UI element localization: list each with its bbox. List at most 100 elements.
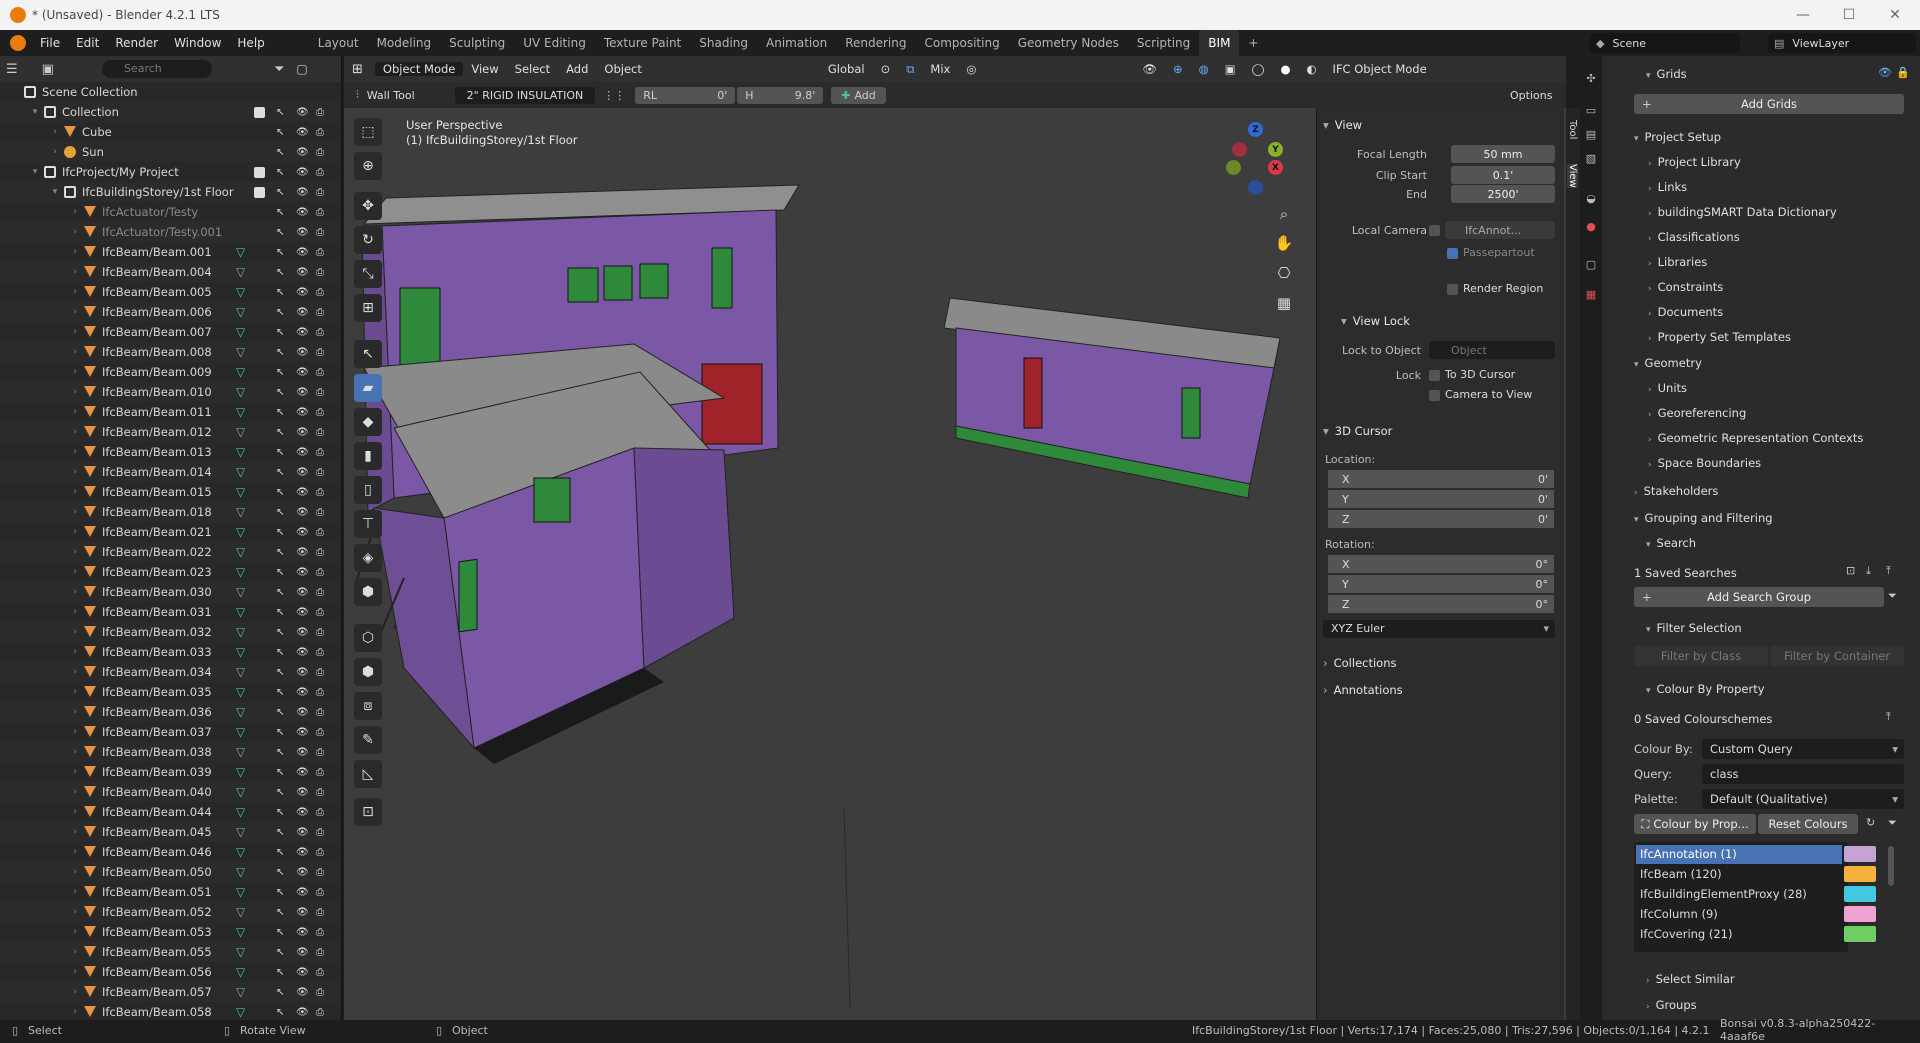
eye-icon[interactable]: 👁 [296, 987, 309, 998]
select-by-colour-icon[interactable]: ⏷ [1888, 816, 1897, 830]
outliner-row[interactable]: › IfcBeam/Beam.010 ▽ ↖ 👁 ⎙ [0, 382, 341, 402]
select-arrow-icon[interactable]: ↖ [276, 827, 284, 838]
outliner-row[interactable]: › IfcBeam/Beam.030 ▽ ↖ 👁 ⎙ [0, 582, 341, 602]
rotate-tool[interactable]: ↻ [354, 226, 382, 254]
eye-icon[interactable]: 👁 [296, 107, 309, 118]
outliner-row[interactable]: › IfcBeam/Beam.044 ▽ ↖ 👁 ⎙ [0, 802, 341, 822]
tab-modeling[interactable]: Modeling [368, 30, 441, 56]
camera-to-view-checkbox[interactable] [1429, 390, 1440, 401]
view-layer-icon[interactable]: ▧ [1583, 152, 1599, 168]
select-arrow-icon[interactable]: ↖ [276, 747, 284, 758]
eye-icon[interactable]: 👁 [296, 587, 309, 598]
mesh-data-icon[interactable]: ▽ [236, 745, 245, 759]
snap-mode-selector[interactable]: Mix [922, 62, 958, 76]
select-arrow-icon[interactable]: ↖ [276, 547, 284, 558]
select-arrow-icon[interactable]: ↖ [276, 427, 284, 438]
expand-arrow-icon[interactable]: › [70, 247, 80, 257]
outliner-row[interactable]: › IfcBeam/Beam.023 ▽ ↖ 👁 ⎙ [0, 562, 341, 582]
editor-type-icon[interactable]: ☰ [6, 62, 18, 77]
expand-arrow-icon[interactable]: › [70, 847, 80, 857]
class-colour-swatch[interactable] [1844, 846, 1876, 862]
gizmo-neg-x[interactable] [1232, 142, 1247, 157]
options-menu[interactable]: Options [1510, 89, 1552, 102]
select-arrow-icon[interactable]: ↖ [276, 307, 284, 318]
select-arrow-icon[interactable]: ↖ [276, 127, 284, 138]
texture-props-icon[interactable]: ▦ [1583, 288, 1599, 304]
expand-arrow-icon[interactable]: › [70, 527, 80, 537]
select-icon[interactable]: ⊡ [1846, 564, 1855, 577]
outliner-row[interactable]: ▾ IfcProject/My Project ↖ 👁 ⎙ [0, 162, 341, 182]
outliner-row[interactable]: › IfcBeam/Beam.057 ▽ ↖ 👁 ⎙ [0, 982, 341, 1002]
mesh-data-icon[interactable]: ▽ [236, 465, 245, 479]
menu-add[interactable]: Add [558, 62, 596, 76]
local-camera-checkbox[interactable] [1429, 225, 1440, 236]
wall-tool[interactable]: ▰ [354, 374, 382, 402]
cursor-loc-x-field[interactable]: X 0' [1328, 470, 1554, 488]
camera-icon[interactable]: ⎙ [316, 187, 324, 198]
outliner-row[interactable]: › Cube ↖ 👁 ⎙ [0, 122, 341, 142]
outliner-row[interactable]: ▾ IfcBuildingStorey/1st Floor ↖ 👁 ⎙ [0, 182, 341, 202]
project-setup-section[interactable]: ▾ Project Setup [1634, 130, 1721, 144]
scene-props-icon[interactable]: ◒ [1583, 192, 1599, 208]
add-grids-button[interactable]: + Add Grids [1634, 94, 1904, 114]
mesh-data-icon[interactable]: ▽ [236, 265, 245, 279]
reset-colours-button[interactable]: Reset Colours [1758, 814, 1858, 834]
camera-icon[interactable]: ⎙ [316, 1007, 324, 1018]
class-colour-swatch[interactable] [1844, 926, 1876, 942]
outliner-row[interactable]: › IfcActuator/Testy.001 ↖ 👁 ⎙ [0, 222, 341, 242]
to-3d-cursor-checkbox[interactable] [1429, 370, 1440, 381]
expand-arrow-icon[interactable]: › [70, 567, 80, 577]
world-props-icon[interactable]: ● [1583, 220, 1599, 236]
eye-icon[interactable]: 👁 [296, 867, 309, 878]
mesh-data-icon[interactable]: ▽ [236, 345, 245, 359]
mesh-data-icon[interactable]: ▽ [236, 825, 245, 839]
expand-arrow-icon[interactable]: › [70, 207, 80, 217]
scene-selector[interactable]: ◆ Scene [1590, 33, 1740, 53]
outliner-row[interactable]: › IfcBeam/Beam.050 ▽ ↖ 👁 ⎙ [0, 862, 341, 882]
select-arrow-icon[interactable]: ↖ [276, 367, 284, 378]
navigation-gizmo[interactable]: Z Y X [1226, 118, 1286, 198]
expand-arrow-icon[interactable]: › [70, 867, 80, 877]
mesh-data-icon[interactable]: ▽ [236, 785, 245, 799]
slab-tool[interactable]: ◆ [354, 408, 382, 436]
new-collection-icon[interactable]: ▢ [296, 62, 307, 76]
select-arrow-icon[interactable]: ↖ [276, 207, 284, 218]
tab-texture-paint[interactable]: Texture Paint [595, 30, 690, 56]
eye-icon[interactable]: 👁 [296, 767, 309, 778]
mesh-data-icon[interactable]: ▽ [236, 685, 245, 699]
camera-icon[interactable]: ⎙ [316, 407, 324, 418]
expand-arrow-icon[interactable]: › [70, 467, 80, 477]
eye-icon[interactable]: 👁 [296, 347, 309, 358]
select-arrow-icon[interactable]: ↖ [276, 807, 284, 818]
grids-section[interactable]: ▾ Grids [1646, 67, 1687, 81]
exclude-checkbox[interactable] [254, 186, 265, 198]
3d-cursor-section-header[interactable]: ▾ 3D Cursor [1323, 424, 1392, 438]
outliner-row[interactable]: › IfcBeam/Beam.038 ▽ ↖ 👁 ⎙ [0, 742, 341, 762]
select-arrow-icon[interactable]: ↖ [276, 987, 284, 998]
expand-arrow-icon[interactable]: › [50, 147, 60, 157]
class-colour-swatch[interactable] [1844, 886, 1876, 902]
mesh-data-icon[interactable]: ▽ [236, 725, 245, 739]
outliner-row[interactable]: › IfcBeam/Beam.031 ▽ ↖ 👁 ⎙ [0, 602, 341, 622]
expand-arrow-icon[interactable]: ▾ [50, 187, 60, 197]
add-search-group-button[interactable]: + Add Search Group [1634, 587, 1884, 607]
expand-arrow-icon[interactable]: › [50, 127, 60, 137]
tab-view[interactable]: View [1567, 164, 1578, 188]
select-arrow-icon[interactable]: ↖ [276, 967, 284, 978]
colour-by-property-section[interactable]: ▾ Colour By Property [1646, 682, 1765, 696]
eye-icon[interactable]: 👁 [296, 807, 309, 818]
project-setup-subpanel[interactable]: › Constraints [1648, 280, 1723, 294]
expand-arrow-icon[interactable]: › [70, 807, 80, 817]
eye-icon[interactable]: 👁 [296, 727, 309, 738]
camera-icon[interactable]: ⎔ [1272, 261, 1296, 285]
class-colour-swatch[interactable] [1844, 906, 1876, 922]
filter-icon[interactable]: ⏷ [1888, 589, 1897, 603]
select-arrow-icon[interactable]: ↖ [276, 187, 284, 198]
visibility-icon[interactable]: 👁 [1134, 62, 1165, 76]
cursor-rot-x-field[interactable]: X 0° [1328, 555, 1554, 573]
outliner-row[interactable]: › IfcBeam/Beam.039 ▽ ↖ 👁 ⎙ [0, 762, 341, 782]
outliner-row[interactable]: Scene Collection [0, 82, 341, 102]
expand-arrow-icon[interactable]: › [70, 367, 80, 377]
view-lock-section-header[interactable]: ▾ View Lock [1341, 314, 1410, 328]
camera-icon[interactable]: ⎙ [316, 887, 324, 898]
